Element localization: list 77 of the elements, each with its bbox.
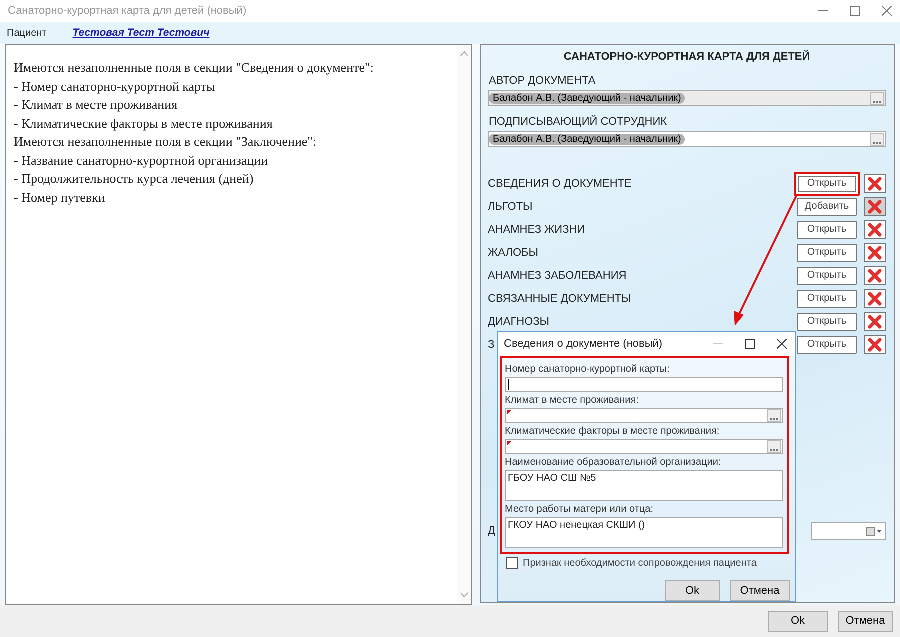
patient-label: Пациент [7, 28, 47, 38]
delete-button[interactable] [864, 289, 886, 308]
employee-field[interactable]: Балабон А.В. (Заведующий - начальник) [488, 131, 886, 147]
message-line: - Продолжительность курса лечения (дней) [14, 170, 255, 188]
checkbox-label: Признак необходимости сопровождения пациента [523, 558, 757, 568]
delete-icon [868, 200, 882, 214]
dialog-title: Сведения о документе (новый) [504, 338, 663, 350]
card-title: САНАТОРНО-КУРОРТНАЯ КАРТА ДЛЯ ДЕТЕЙ [562, 51, 812, 64]
date-label: Д [488, 525, 496, 537]
ok-button[interactable]: Ok [665, 580, 720, 601]
field-label: Место работы матери или отца: [505, 504, 654, 515]
delete-icon [868, 176, 882, 190]
browse-button[interactable] [767, 440, 781, 453]
more-icon [873, 140, 881, 144]
redacted-value: Балабон А.В. (Заведующий - начальник) [489, 134, 686, 144]
open-button[interactable]: Открыть [794, 172, 860, 196]
more-icon [770, 448, 778, 452]
ok-button[interactable]: Ok [768, 610, 828, 632]
section-label: З [488, 338, 495, 350]
text-area[interactable]: ГБОУ НАО СШ №5 [505, 470, 783, 501]
open-button[interactable]: Открыть [797, 336, 857, 354]
open-button[interactable]: Открыть [797, 244, 857, 262]
patient-link[interactable]: Тестовая Тест Тестович [72, 27, 210, 39]
redacted-value: Балабон А.В. (Заведующий - начальник) [489, 92, 686, 104]
delete-button[interactable] [864, 335, 886, 354]
field-label: Климат в месте проживания: [505, 395, 640, 406]
maximize-icon[interactable] [745, 339, 755, 349]
more-icon [873, 100, 881, 104]
more-icon [770, 417, 778, 421]
message-line: - Название санаторно-курортной организации [14, 152, 270, 170]
delete-icon [868, 268, 882, 282]
delete-button[interactable] [864, 312, 886, 331]
delete-icon [868, 222, 882, 236]
open-button[interactable]: Добавить [797, 198, 857, 216]
message-line: - Климатические факторы в месте проживания [14, 114, 274, 133]
message-line: Имеются незаполненные поля в секции "Сведения о документе": [14, 59, 375, 77]
delete-icon [868, 338, 882, 352]
field-label: АВТОР ДОКУМЕНТА [489, 75, 597, 88]
text-area[interactable]: ГКОУ НАО ненецкая СКШИ () [505, 517, 783, 548]
input-field[interactable] [505, 377, 783, 392]
section-label: ЛЬГОТЫ [488, 200, 533, 212]
cancel-button[interactable]: Отмена [730, 580, 790, 601]
delete-button[interactable] [864, 174, 886, 193]
message-line: Имеются незаполненные поля в секции "Заключение": [14, 133, 318, 151]
delete-button[interactable] [864, 220, 886, 239]
delete-icon [868, 314, 882, 328]
close-icon[interactable] [777, 339, 787, 349]
section-label: АНАМНЕЗ ЗАБОЛЕВАНИЯ [488, 270, 627, 282]
delete-icon [868, 246, 882, 260]
browse-button[interactable] [767, 409, 781, 422]
browse-button[interactable] [870, 132, 884, 146]
field-label: ПОДПИСЫВАЮЩИЙ СОТРУДНИК [489, 116, 668, 129]
message-line: - Номер санаторно-курортной карты [14, 78, 216, 96]
field-label: Климатические факторы в месте проживания: [505, 426, 721, 437]
open-button[interactable]: Открыть [797, 220, 857, 238]
section-label: ЖАЛОБЫ [488, 246, 538, 258]
message-line: - Номер путевки [14, 188, 106, 207]
lookup-field[interactable] [505, 408, 783, 423]
message-line: - Климат в месте проживания [14, 96, 179, 114]
window-title: Санаторно-курортная карта для детей (новый) [8, 5, 247, 17]
open-button[interactable]: Открыть [797, 290, 857, 308]
section-label: ДИАГНОЗЫ [488, 316, 550, 328]
delete-icon [868, 292, 882, 306]
checkbox[interactable] [506, 557, 518, 569]
date-field[interactable] [811, 522, 886, 540]
cancel-button[interactable]: Отмена [838, 610, 893, 632]
section-label: АНАМНЕЗ ЖИЗНИ [488, 224, 586, 236]
delete-button[interactable] [864, 266, 886, 285]
section-label: СВЯЗАННЫЕ ДОКУМЕНТЫ [488, 292, 632, 304]
calendar-icon [866, 526, 882, 536]
lookup-field[interactable] [505, 439, 783, 454]
open-button[interactable]: Открыть [797, 312, 857, 330]
field-label: Наименование образовательной организации: [505, 457, 722, 468]
field-label: Номер санаторно-курортной карты: [505, 364, 671, 375]
open-button[interactable]: Открыть [797, 266, 857, 284]
delete-button[interactable] [864, 243, 886, 262]
section-label: СВЕДЕНИЯ О ДОКУМЕНТЕ [488, 178, 632, 190]
